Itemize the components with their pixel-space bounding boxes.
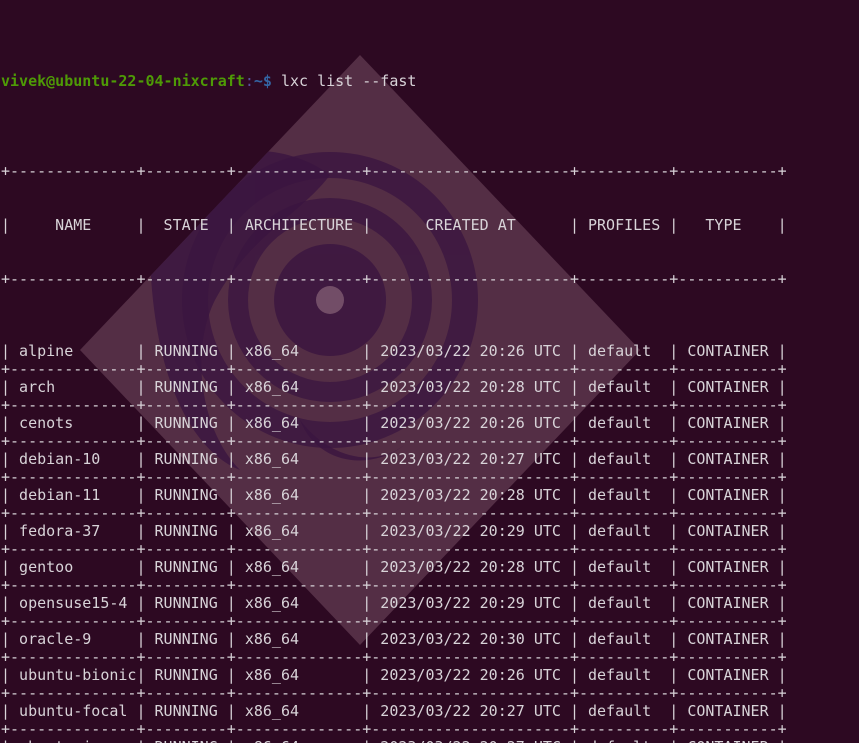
table-header-row: | NAME | STATE | ARCHITECTURE | CREATED … [1, 216, 787, 234]
table-row-separator: +--------------+---------+--------------… [1, 720, 787, 738]
table-row-separator: +--------------+---------+--------------… [1, 432, 787, 450]
table-row: | opensuse15-4 | RUNNING | x86_64 | 2023… [1, 594, 787, 612]
prompt-path: ~$ [253, 72, 272, 90]
table-row: | cenots | RUNNING | x86_64 | 2023/03/22… [1, 414, 787, 432]
prompt-user-host: vivek@ubuntu-22-04-nixcraft [1, 72, 245, 90]
table-row: | ubuntu-jammy | RUNNING | x86_64 | 2023… [1, 738, 859, 743]
table-body: | alpine | RUNNING | x86_64 | 2023/03/22… [1, 342, 859, 743]
table-row: | gentoo | RUNNING | x86_64 | 2023/03/22… [1, 558, 787, 576]
table-row-separator: +--------------+---------+--------------… [1, 396, 787, 414]
table-row-separator: +--------------+---------+--------------… [1, 648, 787, 666]
table-row-separator: +--------------+---------+--------------… [1, 468, 787, 486]
command-lxc-list-fast: lxc list --fast [280, 72, 417, 90]
table-row-separator: +--------------+---------+--------------… [1, 576, 787, 594]
terminal-window[interactable]: vivek@ubuntu-22-04-nixcraft:~$ lxc list … [0, 0, 859, 743]
prompt-colon: : [244, 72, 254, 90]
table-row-separator: +--------------+---------+--------------… [1, 612, 787, 630]
table-row: | debian-10 | RUNNING | x86_64 | 2023/03… [1, 450, 787, 468]
table-row-separator: +--------------+---------+--------------… [1, 504, 787, 522]
table-row: | arch | RUNNING | x86_64 | 2023/03/22 2… [1, 378, 787, 396]
table-row-separator: +--------------+---------+--------------… [1, 360, 787, 378]
table-row-separator: +--------------+---------+--------------… [1, 540, 787, 558]
table-row: | ubuntu-bionic| RUNNING | x86_64 | 2023… [1, 666, 787, 684]
table-row: | ubuntu-focal | RUNNING | x86_64 | 2023… [1, 702, 787, 720]
table-row-separator: +--------------+---------+--------------… [1, 684, 787, 702]
table-row: | debian-11 | RUNNING | x86_64 | 2023/03… [1, 486, 787, 504]
table-row: | alpine | RUNNING | x86_64 | 2023/03/22… [1, 342, 787, 360]
prompt-line-1: vivek@ubuntu-22-04-nixcraft:~$ lxc list … [1, 72, 859, 90]
table-row: | oracle-9 | RUNNING | x86_64 | 2023/03/… [1, 630, 787, 648]
table-separator-top: +--------------+---------+--------------… [1, 162, 787, 180]
terminal-screen[interactable]: vivek@ubuntu-22-04-nixcraft:~$ lxc list … [0, 0, 859, 743]
table-row: | fedora-37 | RUNNING | x86_64 | 2023/03… [1, 522, 787, 540]
table-separator-header: +--------------+---------+--------------… [1, 270, 787, 288]
